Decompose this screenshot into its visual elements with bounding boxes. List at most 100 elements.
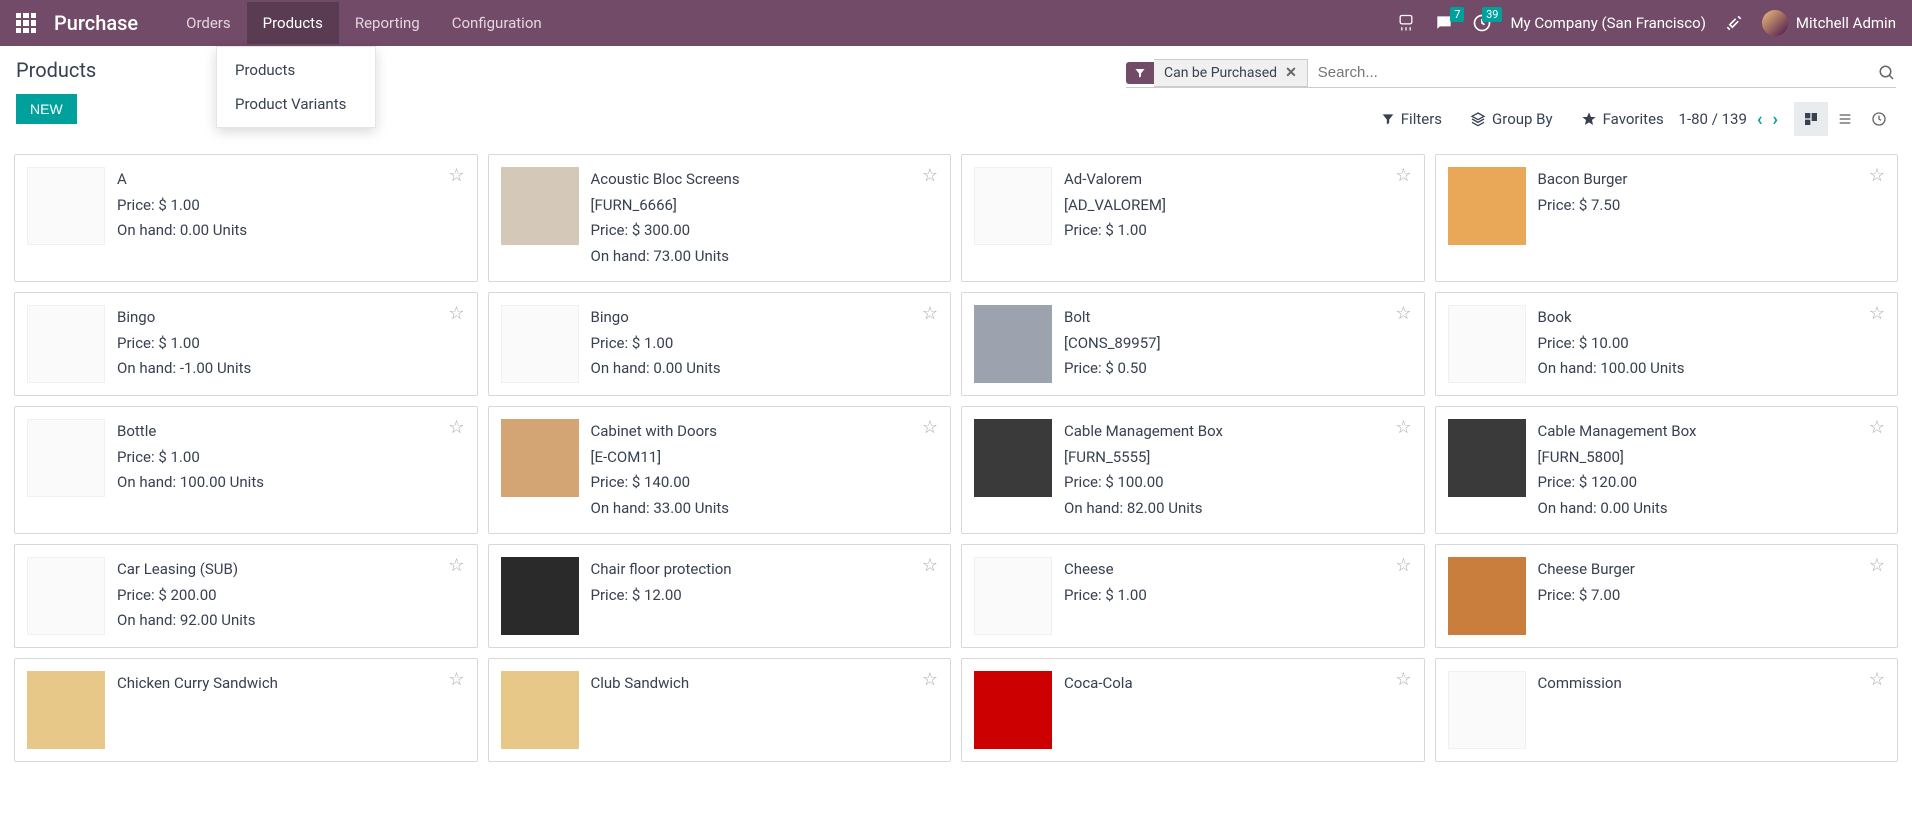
product-name: Commission xyxy=(1538,671,1886,697)
star-icon[interactable]: ☆ xyxy=(922,417,938,438)
product-name: Chicken Curry Sandwich xyxy=(117,671,465,697)
star-icon[interactable]: ☆ xyxy=(922,165,938,186)
product-name: Bingo xyxy=(591,305,939,331)
messages-badge: 7 xyxy=(1450,7,1464,22)
product-card[interactable]: Ad-Valorem[AD_VALOREM]Price: $ 1.00 ☆ xyxy=(961,154,1425,282)
star-icon[interactable]: ☆ xyxy=(1869,165,1885,186)
nav-products[interactable]: Products xyxy=(247,2,339,44)
star-icon[interactable]: ☆ xyxy=(1869,555,1885,576)
product-name: Chair floor protection xyxy=(591,557,939,583)
star-icon[interactable]: ☆ xyxy=(448,303,464,324)
product-ref: [FURN_5555] xyxy=(1064,445,1412,471)
product-card[interactable]: Bacon BurgerPrice: $ 7.50 ☆ xyxy=(1435,154,1899,282)
star-icon[interactable]: ☆ xyxy=(1869,417,1885,438)
product-name: Bingo xyxy=(117,305,465,331)
product-name: Cable Management Box xyxy=(1538,419,1886,445)
product-card[interactable]: Club Sandwich ☆ xyxy=(488,658,952,762)
activities-icon[interactable]: 39 xyxy=(1472,13,1492,33)
product-price: Price: $ 7.50 xyxy=(1538,193,1886,219)
page-title: Products xyxy=(16,58,96,82)
product-card[interactable]: BottlePrice: $ 1.00On hand: 100.00 Units… xyxy=(14,406,478,534)
star-icon[interactable]: ☆ xyxy=(1395,303,1411,324)
product-price: Price: $ 1.00 xyxy=(117,193,465,219)
product-name: Book xyxy=(1538,305,1886,331)
product-card[interactable]: BingoPrice: $ 1.00On hand: 0.00 Units ☆ xyxy=(488,292,952,396)
pager-range[interactable]: 1-80 / 139 xyxy=(1679,110,1747,128)
facet-remove[interactable]: ✕ xyxy=(1285,65,1297,81)
favorites-button[interactable]: Favorites xyxy=(1581,110,1664,128)
groupby-button[interactable]: Group By xyxy=(1470,110,1553,128)
product-card[interactable]: APrice: $ 1.00On hand: 0.00 Units ☆ xyxy=(14,154,478,282)
user-name: Mitchell Admin xyxy=(1796,14,1896,32)
star-icon[interactable]: ☆ xyxy=(1395,417,1411,438)
main-navbar: Purchase Orders Products Reporting Confi… xyxy=(0,0,1912,46)
product-onhand: On hand: 100.00 Units xyxy=(117,470,465,496)
nav-configuration[interactable]: Configuration xyxy=(436,2,558,44)
product-onhand: On hand: 92.00 Units xyxy=(117,608,465,634)
star-icon[interactable]: ☆ xyxy=(922,669,938,690)
product-price: Price: $ 0.50 xyxy=(1064,356,1412,382)
star-icon[interactable]: ☆ xyxy=(1395,165,1411,186)
list-view-button[interactable] xyxy=(1828,102,1862,136)
search-options: Filters Group By Favorites xyxy=(1381,110,1664,128)
product-card[interactable]: Cable Management Box[FURN_5800]Price: $ … xyxy=(1435,406,1899,534)
product-card[interactable]: Commission ☆ xyxy=(1435,658,1899,762)
product-card[interactable]: Bolt[CONS_89957]Price: $ 0.50 ☆ xyxy=(961,292,1425,396)
phone-icon[interactable] xyxy=(1396,13,1416,33)
product-card[interactable]: Chicken Curry Sandwich ☆ xyxy=(14,658,478,762)
app-name[interactable]: Purchase xyxy=(54,11,138,35)
new-button[interactable]: NEW xyxy=(16,94,77,124)
product-card[interactable]: BookPrice: $ 10.00On hand: 100.00 Units … xyxy=(1435,292,1899,396)
user-menu[interactable]: Mitchell Admin xyxy=(1762,10,1896,36)
star-icon[interactable]: ☆ xyxy=(922,555,938,576)
star-icon[interactable]: ☆ xyxy=(448,165,464,186)
search-input[interactable] xyxy=(1308,58,1878,87)
product-card[interactable]: Cable Management Box[FURN_5555]Price: $ … xyxy=(961,406,1425,534)
product-price: Price: $ 1.00 xyxy=(1064,583,1412,609)
product-ref: [FURN_5800] xyxy=(1538,445,1886,471)
activity-view-button[interactable] xyxy=(1862,102,1896,136)
filter-icon xyxy=(1126,62,1154,84)
product-ref: [AD_VALOREM] xyxy=(1064,193,1412,219)
product-card[interactable]: Cabinet with Doors[E-COM11]Price: $ 140.… xyxy=(488,406,952,534)
star-icon[interactable]: ☆ xyxy=(1869,303,1885,324)
search-facet xyxy=(1126,62,1154,84)
star-icon[interactable]: ☆ xyxy=(1869,669,1885,690)
pager-next[interactable]: › xyxy=(1773,109,1778,130)
product-card[interactable]: BingoPrice: $ 1.00On hand: -1.00 Units ☆ xyxy=(14,292,478,396)
product-name: Club Sandwich xyxy=(591,671,939,697)
apps-menu-icon[interactable] xyxy=(16,13,36,33)
kanban-view-button[interactable] xyxy=(1794,102,1828,136)
star-icon[interactable]: ☆ xyxy=(1395,555,1411,576)
nav-reporting[interactable]: Reporting xyxy=(339,2,436,44)
dropdown-products[interactable]: Products xyxy=(217,53,375,87)
product-card[interactable]: Acoustic Bloc Screens[FURN_6666]Price: $… xyxy=(488,154,952,282)
product-name: Car Leasing (SUB) xyxy=(117,557,465,583)
product-card[interactable]: Car Leasing (SUB)Price: $ 200.00On hand:… xyxy=(14,544,478,648)
pager-prev[interactable]: ‹ xyxy=(1757,109,1763,130)
product-name: Bacon Burger xyxy=(1538,167,1886,193)
filters-button[interactable]: Filters xyxy=(1381,110,1442,128)
star-icon[interactable]: ☆ xyxy=(448,555,464,576)
product-onhand: On hand: 33.00 Units xyxy=(591,496,939,522)
star-icon[interactable]: ☆ xyxy=(922,303,938,324)
product-card[interactable]: Chair floor protectionPrice: $ 12.00 ☆ xyxy=(488,544,952,648)
debug-icon[interactable] xyxy=(1724,13,1744,33)
product-ref: [CONS_89957] xyxy=(1064,331,1412,357)
nav-orders[interactable]: Orders xyxy=(170,2,247,44)
star-icon[interactable]: ☆ xyxy=(448,669,464,690)
search-icon[interactable] xyxy=(1878,64,1896,82)
company-selector[interactable]: My Company (San Francisco) xyxy=(1510,14,1705,32)
dropdown-variants[interactable]: Product Variants xyxy=(217,87,375,121)
product-card[interactable]: Cheese BurgerPrice: $ 7.00 ☆ xyxy=(1435,544,1899,648)
product-price: Price: $ 1.00 xyxy=(117,445,465,471)
product-card[interactable]: CheesePrice: $ 1.00 ☆ xyxy=(961,544,1425,648)
avatar xyxy=(1762,10,1788,36)
product-card[interactable]: Coca-Cola ☆ xyxy=(961,658,1425,762)
star-icon[interactable]: ☆ xyxy=(448,417,464,438)
facet-value: Can be Purchased ✕ xyxy=(1154,59,1308,87)
star-icon[interactable]: ☆ xyxy=(1395,669,1411,690)
product-onhand: On hand: 0.00 Units xyxy=(591,356,939,382)
messages-icon[interactable]: 7 xyxy=(1434,13,1454,33)
product-name: A xyxy=(117,167,465,193)
